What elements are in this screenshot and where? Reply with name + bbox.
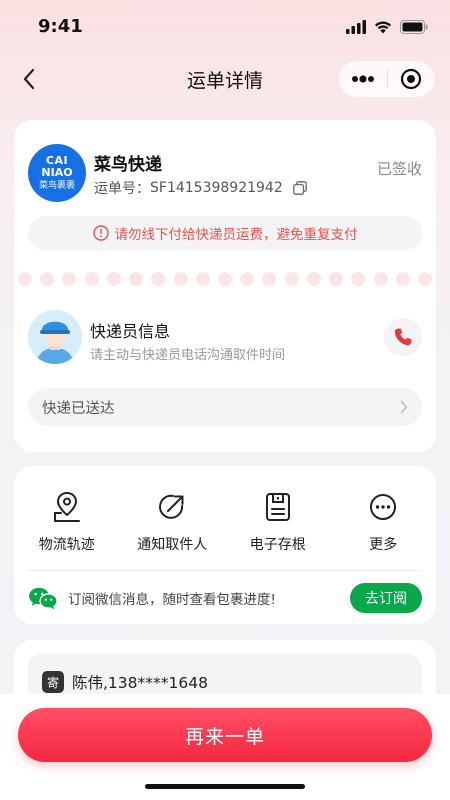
document-save-icon	[261, 490, 295, 524]
payment-warning: 请勿线下付给快递员运费，避免重复支付	[28, 216, 422, 250]
action-label: 电子存根	[249, 537, 306, 553]
subscribe-text: 订阅微信消息，随时查看包裹进度!	[68, 592, 276, 608]
waybill-label: 运单号：	[94, 181, 150, 197]
phone-icon	[394, 328, 412, 346]
action-grid: 物流轨迹 通知取件人 电子存根 更多	[14, 490, 436, 554]
miniapp-capsule	[338, 60, 436, 98]
status-bar: 9:41	[0, 0, 450, 54]
logo-text-2: NIAO	[41, 165, 73, 179]
copy-button[interactable]	[292, 181, 307, 195]
more-menu-button[interactable]	[339, 61, 387, 97]
action-notify-recipient[interactable]: 通知取件人	[120, 490, 226, 554]
status-icons	[346, 20, 428, 34]
action-more[interactable]: 更多	[331, 490, 437, 554]
call-courier-button[interactable]	[384, 318, 422, 356]
courier-info-title: 快递员信息	[90, 322, 171, 341]
action-label: 更多	[369, 537, 398, 553]
copy-icon	[292, 181, 307, 195]
chevron-right-icon	[400, 400, 408, 414]
nav-bar: 运单详情	[0, 54, 450, 104]
subscribe-button[interactable]: 去订阅	[350, 583, 422, 613]
close-miniapp-button[interactable]	[388, 61, 436, 97]
sender-info: 陈伟,138****1648	[72, 674, 208, 692]
sender-badge: 寄	[42, 671, 64, 693]
package-card: CAI NIAO 菜鸟裹裹 菜鸟快递 运单号： SF1415398921942 已…	[14, 120, 436, 452]
warning-text: 请勿线下付给快递员运费，避免重复支付	[114, 227, 358, 243]
action-label: 通知取件人	[137, 537, 208, 553]
logo-text-1: CAI	[45, 153, 69, 167]
waybill-row: 运单号： SF1415398921942	[94, 178, 307, 198]
delivery-status-text: 快递已送达	[42, 400, 115, 417]
action-logistics-track[interactable]: 物流轨迹	[14, 490, 120, 554]
wechat-icon	[29, 587, 58, 610]
location-route-icon	[50, 490, 84, 524]
wechat-subscribe-row: 订阅微信消息，随时查看包裹进度! 去订阅	[28, 582, 422, 614]
courier-avatar-icon	[28, 310, 82, 364]
perforation-divider	[14, 272, 436, 288]
more-dots-icon	[366, 490, 400, 524]
bottom-bar: 再来一单	[0, 694, 450, 800]
battery-icon	[400, 20, 428, 34]
share-arrow-icon	[155, 490, 189, 524]
waybill-number: SF1415398921942	[150, 180, 283, 196]
cainiao-logo: CAI NIAO 菜鸟裹裹	[28, 144, 86, 202]
status-badge: 已签收	[376, 160, 422, 178]
info-icon	[92, 225, 109, 241]
target-circle-icon	[401, 68, 422, 90]
more-dots-icon	[351, 75, 374, 83]
reorder-button[interactable]: 再来一单	[18, 708, 432, 762]
actions-card: 物流轨迹 通知取件人 电子存根 更多 订阅微信消息，随时查看包裹进度! 去订阅	[14, 466, 436, 624]
status-time: 9:41	[38, 16, 83, 37]
action-e-stub[interactable]: 电子存根	[225, 490, 331, 554]
courier-avatar	[28, 310, 82, 364]
home-indicator	[145, 784, 305, 789]
wifi-icon	[375, 21, 391, 34]
signal-icon	[346, 20, 366, 34]
divider	[28, 570, 422, 571]
courier-info-subtitle: 请主动与快递员电话沟通取件时间	[90, 348, 286, 363]
delivery-status-row[interactable]: 快递已送达	[28, 388, 422, 426]
company-name: 菜鸟快递	[94, 155, 162, 175]
logo-text-3: 菜鸟裹裹	[38, 180, 75, 191]
action-label: 物流轨迹	[38, 537, 95, 553]
